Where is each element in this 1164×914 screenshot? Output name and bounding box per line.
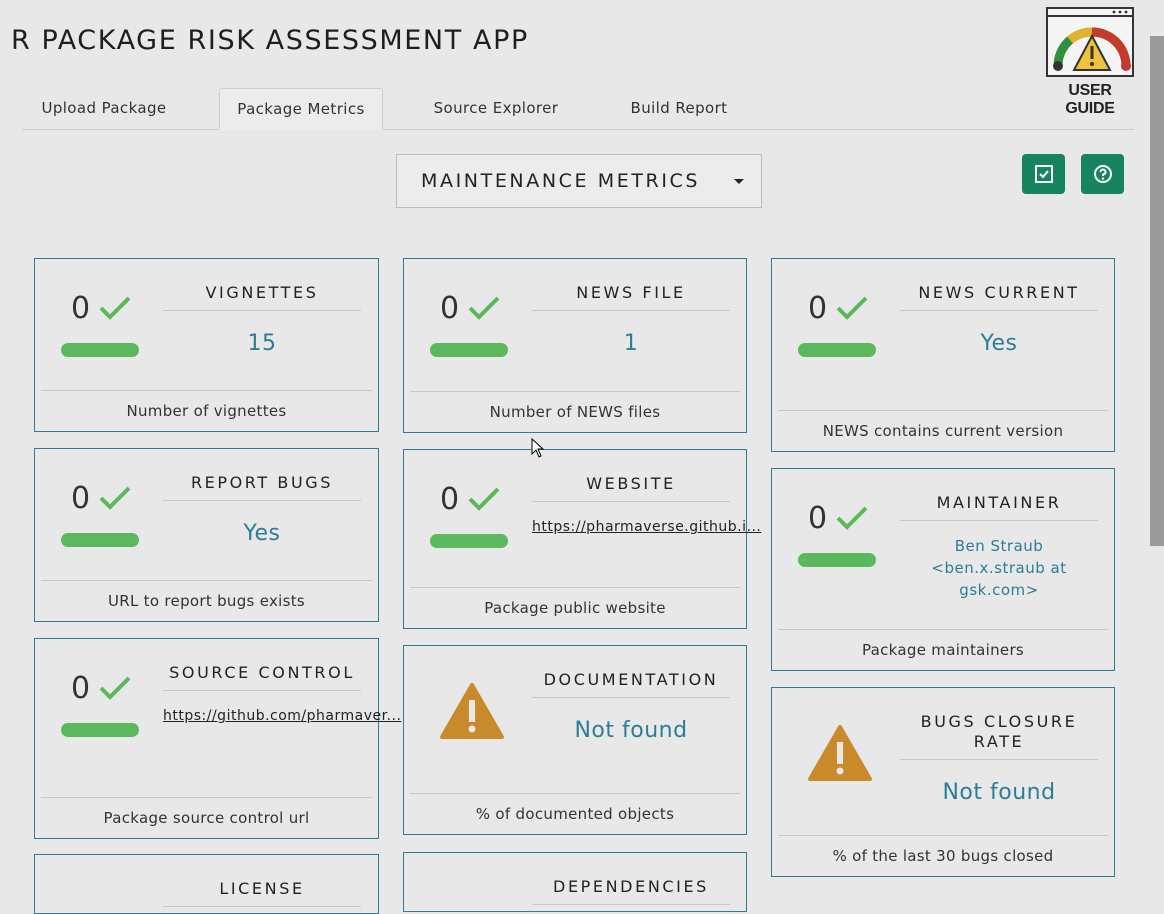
metric-card-documentation: DOCUMENTATION Not found % of documented …	[403, 645, 747, 835]
metric-card-website: 0 WEBSITE https://pharmaverse.github.i..…	[403, 449, 761, 629]
metric-description: URL to report bugs exists	[41, 580, 372, 621]
metric-description: Package maintainers	[778, 629, 1108, 670]
metric-heading: REPORT BUGS	[163, 473, 361, 501]
metric-heading: MAINTAINER	[900, 493, 1098, 521]
select-all-button[interactable]	[1022, 154, 1065, 194]
metric-description: Package public website	[410, 587, 740, 628]
metric-heading: SOURCE CONTROL	[163, 663, 361, 691]
tab-bar: Upload Package Package Metrics Source Ex…	[22, 88, 1134, 130]
metric-heading: NEWS CURRENT	[900, 283, 1098, 311]
metric-score: 0	[440, 482, 460, 517]
scrollbar[interactable]	[1150, 36, 1164, 546]
check-icon	[468, 487, 500, 511]
tab-upload-package[interactable]: Upload Package	[24, 88, 184, 128]
score-bar	[430, 343, 508, 357]
metric-value: Yes	[980, 331, 1018, 356]
metric-description: NEWS contains current version	[778, 410, 1108, 451]
metric-value: 1	[623, 331, 639, 356]
metric-card-report-bugs: 0 REPORT BUGS Yes URL to report bugs exi…	[34, 448, 379, 622]
check-icon	[468, 296, 500, 320]
metric-description: % of documented objects	[410, 793, 740, 834]
website-link[interactable]: https://pharmaverse.github.i...	[532, 516, 761, 538]
gauge-icon	[1046, 7, 1134, 77]
check-icon	[99, 486, 131, 510]
check-icon	[99, 296, 131, 320]
metric-value: Not found	[942, 780, 1056, 805]
metric-card-dependencies: DEPENDENCIES	[403, 852, 747, 912]
score-bar	[61, 533, 139, 547]
metric-card-license: LICENSE	[34, 854, 379, 914]
metric-card-news-current: 0 NEWS CURRENT Yes NEWS contains current…	[771, 258, 1115, 452]
metric-value: Not found	[574, 718, 688, 743]
metric-score: 0	[440, 291, 460, 326]
help-button[interactable]	[1081, 154, 1124, 194]
metric-category-label: MAINTENANCE METRICS	[421, 170, 701, 192]
metric-heading: NEWS FILE	[532, 283, 730, 311]
metric-score: 0	[808, 291, 828, 326]
metric-score: 0	[71, 671, 91, 706]
check-icon	[99, 676, 131, 700]
check-icon	[836, 296, 868, 320]
metric-heading: VIGNETTES	[163, 283, 361, 311]
metric-card-vignettes: 0 VIGNETTES 15 Number of vignettes	[34, 258, 379, 432]
tab-package-metrics[interactable]: Package Metrics	[219, 88, 383, 130]
metric-card-news-file: 0 NEWS FILE 1 Number of NEWS files	[403, 258, 747, 433]
metric-card-maintainer: 0 MAINTAINER Ben Straub <ben.x.straub at…	[771, 468, 1115, 671]
mouse-cursor-icon	[531, 438, 545, 458]
metric-card-source-control: 0 SOURCE CONTROL https://github.com/phar…	[34, 638, 401, 839]
metric-description: Package source control url	[41, 797, 372, 838]
question-icon	[1094, 165, 1112, 183]
metric-heading: WEBSITE	[532, 474, 730, 502]
metric-description: Number of vignettes	[41, 390, 372, 431]
metric-description: % of the last 30 bugs closed	[778, 835, 1108, 876]
metric-card-bugs-closure-rate: BUGS CLOSURE RATE Not found % of the las…	[771, 687, 1115, 877]
checkbox-icon	[1035, 165, 1053, 183]
score-bar	[798, 343, 876, 357]
metric-heading: BUGS CLOSURE RATE	[900, 712, 1098, 760]
metric-value: 15	[247, 331, 277, 356]
score-bar	[430, 534, 508, 548]
metric-heading: LICENSE	[163, 879, 361, 907]
metric-heading: DEPENDENCIES	[532, 877, 730, 905]
metric-score: 0	[71, 481, 91, 516]
app-title: R PACKAGE RISK ASSESSMENT APP	[11, 25, 529, 56]
source-control-link[interactable]: https://github.com/pharmaver...	[163, 705, 401, 727]
metric-score: 0	[808, 501, 828, 536]
warning-icon	[440, 683, 504, 739]
chevron-down-icon	[734, 179, 744, 184]
metric-description: Number of NEWS files	[410, 391, 740, 432]
score-bar	[61, 723, 139, 737]
warning-icon	[808, 725, 872, 781]
metric-score: 0	[71, 291, 91, 326]
metric-heading: DOCUMENTATION	[532, 670, 730, 698]
tab-build-report[interactable]: Build Report	[614, 88, 744, 128]
check-icon	[836, 506, 868, 530]
metric-category-select[interactable]: MAINTENANCE METRICS	[396, 154, 762, 208]
tab-source-explorer[interactable]: Source Explorer	[420, 88, 572, 128]
score-bar	[61, 343, 139, 357]
metric-value: Ben Straub <ben.x.straub at gsk.com>	[931, 537, 1067, 599]
user-guide-link[interactable]: USER GUIDE	[1044, 6, 1136, 117]
score-bar	[798, 553, 876, 567]
metric-value: Yes	[243, 521, 281, 546]
